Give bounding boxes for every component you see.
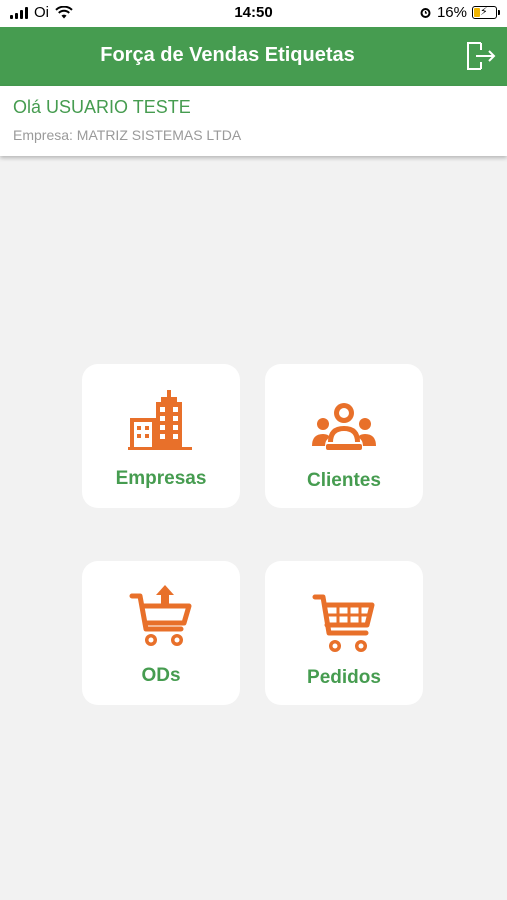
pedidos-tile[interactable]: Pedidos (265, 561, 423, 705)
ods-label: ODs (141, 665, 181, 686)
status-right: 16% ⚡ (419, 4, 500, 21)
user-info-panel: Olá USUARIO TESTE Empresa: MATRIZ SISTEM… (0, 86, 507, 156)
page-title: Força de Vendas Etiquetas (100, 44, 355, 66)
user-greeting: Olá USUARIO TESTE (13, 97, 191, 117)
pedidos-label: Pedidos (307, 667, 381, 688)
clientes-label: Clientes (307, 470, 381, 491)
app-bar: Força de Vendas Etiquetas (0, 27, 507, 86)
ods-tile[interactable]: ODs (82, 561, 240, 705)
cart-upload-icon (129, 585, 192, 646)
company-name: Empresa: MATRIZ SISTEMAS LTDA (13, 127, 242, 143)
battery-percent: 16% (436, 4, 467, 21)
logout-button[interactable] (463, 39, 497, 73)
battery-icon: ⚡ (472, 6, 500, 19)
empresas-tile[interactable]: Empresas (82, 364, 240, 508)
status-bar: Oi 14:50 16% ⚡ (0, 0, 507, 27)
logout-icon (467, 42, 496, 70)
building-icon (128, 390, 192, 450)
alarm-icon (420, 8, 431, 18)
people-icon (312, 403, 376, 450)
clientes-tile[interactable]: Clientes (265, 364, 423, 508)
shopping-cart-icon (312, 594, 375, 652)
empresas-label: Empresas (115, 468, 207, 489)
